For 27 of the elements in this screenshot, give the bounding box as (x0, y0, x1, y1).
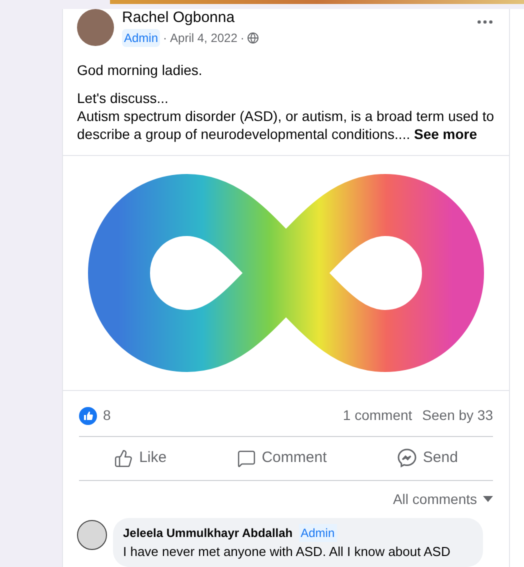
admin-badge: Admin (122, 29, 160, 47)
post-date[interactable]: April 4, 2022 (170, 29, 238, 47)
post-greeting: God morning ladies. (77, 61, 204, 79)
like-button[interactable]: Like (102, 441, 179, 476)
separator: · (240, 30, 244, 47)
comment-text: I have never met anyone with ASD. All I know about ASD (123, 542, 452, 561)
post-intro: Let's discuss... (77, 89, 170, 107)
messenger-icon (396, 448, 417, 468)
commenter-name[interactable]: Jeleela Ummulkhayr Abdallah (123, 524, 293, 542)
comment-count[interactable]: 1 comment (342, 405, 412, 426)
globe-icon (247, 32, 260, 44)
avatar (77, 9, 114, 46)
see-more-link[interactable]: See more (414, 126, 478, 142)
author-name[interactable]: Rachel Ogbonna (122, 9, 475, 27)
comment-filter-dropdown[interactable]: All comments (392, 488, 493, 510)
caret-icon (483, 496, 493, 502)
avatar (77, 520, 107, 550)
send-button[interactable]: Send (384, 441, 470, 476)
speech-bubble-icon (236, 448, 256, 468)
admin-badge: Admin (298, 524, 337, 542)
thumbs-up-icon (114, 448, 134, 468)
seen-count[interactable]: Seen by 33 (422, 405, 493, 426)
comment-button[interactable]: Comment (224, 441, 339, 476)
like-reaction-icon (79, 406, 97, 424)
post-text: Autism spectrum disorder (ASD), or autism, is a broad term used to describe a group of neurodevelopmental conditions.... See more (77, 107, 495, 143)
separator: · (163, 30, 168, 47)
like-count[interactable]: 8 (103, 405, 111, 426)
